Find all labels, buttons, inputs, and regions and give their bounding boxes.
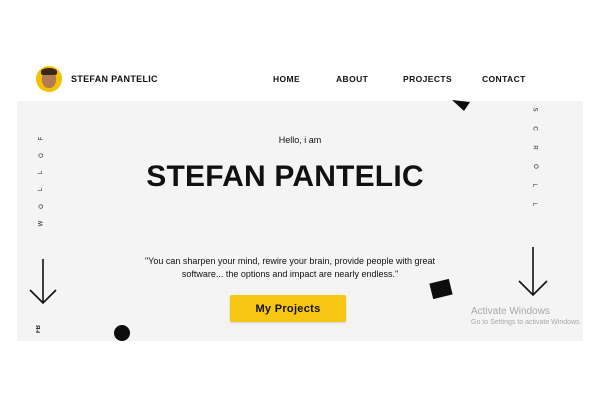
circle-shape bbox=[114, 325, 130, 341]
brand-name: STEFAN PANTELIC bbox=[71, 74, 158, 84]
follow-letter: O bbox=[38, 204, 45, 209]
windows-activation-watermark: Activate Windows Go to Settings to activ… bbox=[471, 306, 582, 326]
scroll-letter: R bbox=[531, 145, 538, 150]
scroll-letter: S bbox=[531, 107, 538, 112]
scroll-letter: L bbox=[531, 202, 538, 207]
top-navbar: STEFAN PANTELIC HOME ABOUT PROJECTS CONT… bbox=[0, 58, 600, 100]
arrow-down-icon[interactable] bbox=[517, 246, 549, 298]
facebook-link[interactable]: FB bbox=[36, 325, 48, 333]
hero-title: STEFAN PANTELIC bbox=[146, 160, 424, 193]
activate-subtitle: Go to Settings to activate Windows. bbox=[471, 319, 582, 326]
greeting: Hello, i am bbox=[278, 135, 322, 145]
scroll-letter: C bbox=[531, 126, 538, 131]
my-projects-button[interactable]: My Projects bbox=[230, 295, 346, 322]
follow-letter: W bbox=[38, 220, 45, 227]
triangle-shape bbox=[452, 100, 470, 111]
follow-letter: O bbox=[38, 153, 45, 158]
hero-quote: "You can sharpen your mind, rewire your … bbox=[144, 256, 436, 279]
avatar-hair bbox=[41, 68, 57, 75]
nav-projects[interactable]: PROJECTS bbox=[403, 74, 452, 84]
nav-home[interactable]: HOME bbox=[273, 74, 300, 84]
nav-contact[interactable]: CONTACT bbox=[482, 74, 526, 84]
brand[interactable]: STEFAN PANTELIC bbox=[36, 66, 158, 92]
activate-title: Activate Windows bbox=[471, 306, 550, 317]
avatar bbox=[36, 66, 62, 92]
scroll-vertical-text: S C R O L L bbox=[528, 100, 540, 214]
arrow-down-icon bbox=[29, 259, 57, 305]
nav-about[interactable]: ABOUT bbox=[336, 74, 368, 84]
